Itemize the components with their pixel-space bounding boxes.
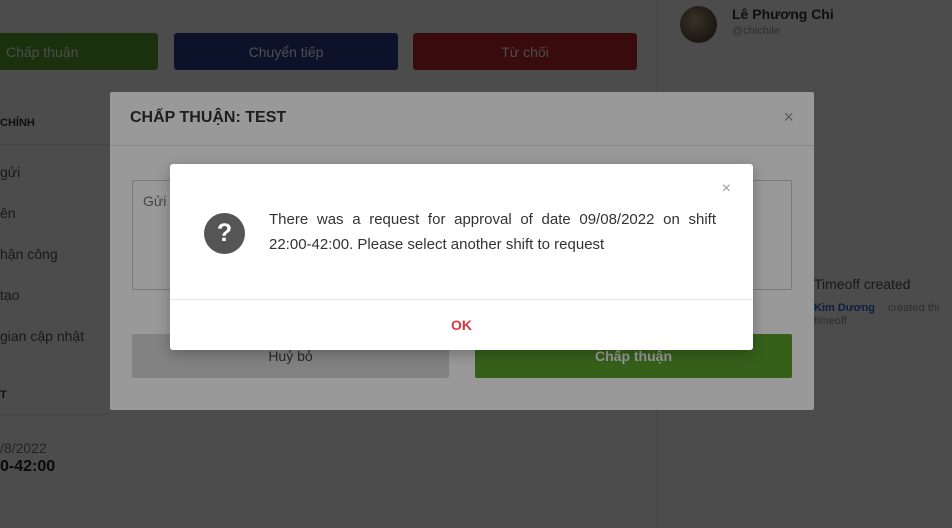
alert-message: There was a request for approval of date… <box>269 211 716 253</box>
ok-button[interactable]: OK <box>170 300 753 350</box>
alert-dialog: × ? There was a request for approval of … <box>170 164 753 350</box>
close-icon[interactable]: × <box>722 180 731 198</box>
question-icon: ? <box>204 213 245 254</box>
